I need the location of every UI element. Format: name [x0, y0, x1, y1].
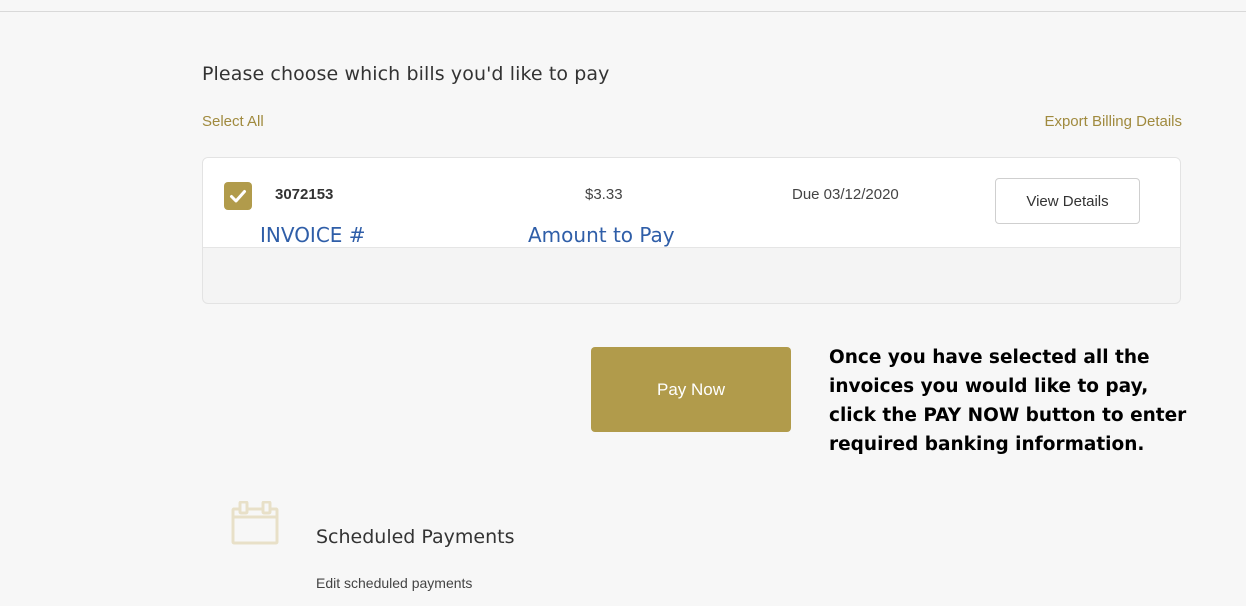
pay-now-button[interactable]: Pay Now	[591, 347, 791, 432]
bill-row: 3072153 $3.33 Due 03/12/2020 View Detail…	[203, 158, 1180, 248]
invoice-number: 3072153	[275, 186, 334, 203]
amount-annotation: Amount to Pay	[528, 223, 675, 247]
checkmark-icon	[230, 190, 246, 203]
view-details-button[interactable]: View Details	[995, 178, 1140, 224]
bill-checkbox[interactable]	[224, 182, 252, 210]
export-billing-details-link[interactable]: Export Billing Details	[1044, 113, 1182, 130]
invoice-annotation: INVOICE #	[260, 223, 366, 247]
instruction-line: required banking information.	[829, 434, 1145, 455]
due-date: Due 03/12/2020	[792, 186, 899, 203]
pay-instruction-note: Once you have selected all the invoices …	[829, 343, 1246, 459]
instruction-line: Once you have selected all the	[829, 347, 1150, 368]
bills-heading: Please choose which bills you'd like to …	[202, 63, 610, 85]
amount-due: $3.33	[585, 186, 623, 203]
scheduled-payments-title: Scheduled Payments	[316, 526, 515, 548]
instruction-line: invoices you would like to pay,	[829, 376, 1149, 397]
bills-list: 3072153 $3.33 Due 03/12/2020 View Detail…	[202, 157, 1181, 304]
top-divider	[0, 11, 1246, 12]
select-all-link[interactable]: Select All	[202, 113, 264, 130]
instruction-line: click the PAY NOW button to enter	[829, 405, 1187, 426]
calendar-icon	[231, 501, 279, 545]
edit-scheduled-payments-link[interactable]: Edit scheduled payments	[316, 575, 472, 591]
